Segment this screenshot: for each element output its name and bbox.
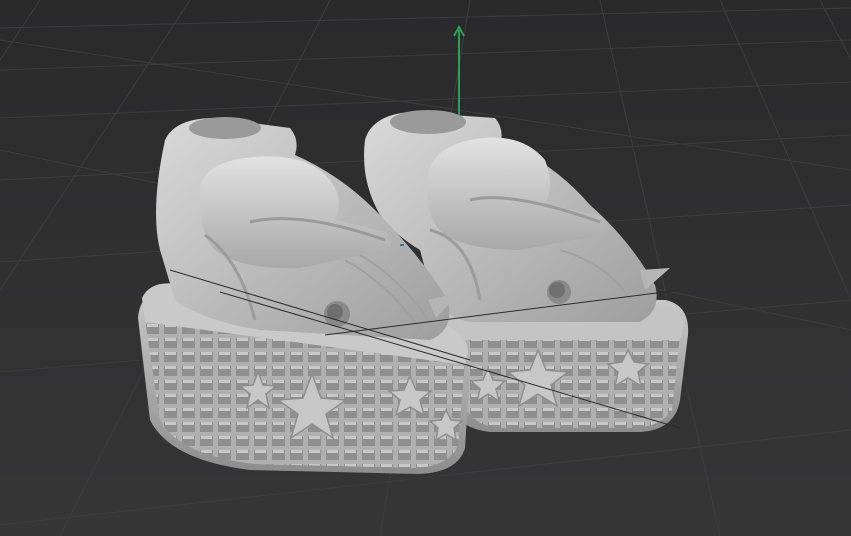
viewport-canvas[interactable] [0,0,851,536]
3d-viewport[interactable] [0,0,851,536]
